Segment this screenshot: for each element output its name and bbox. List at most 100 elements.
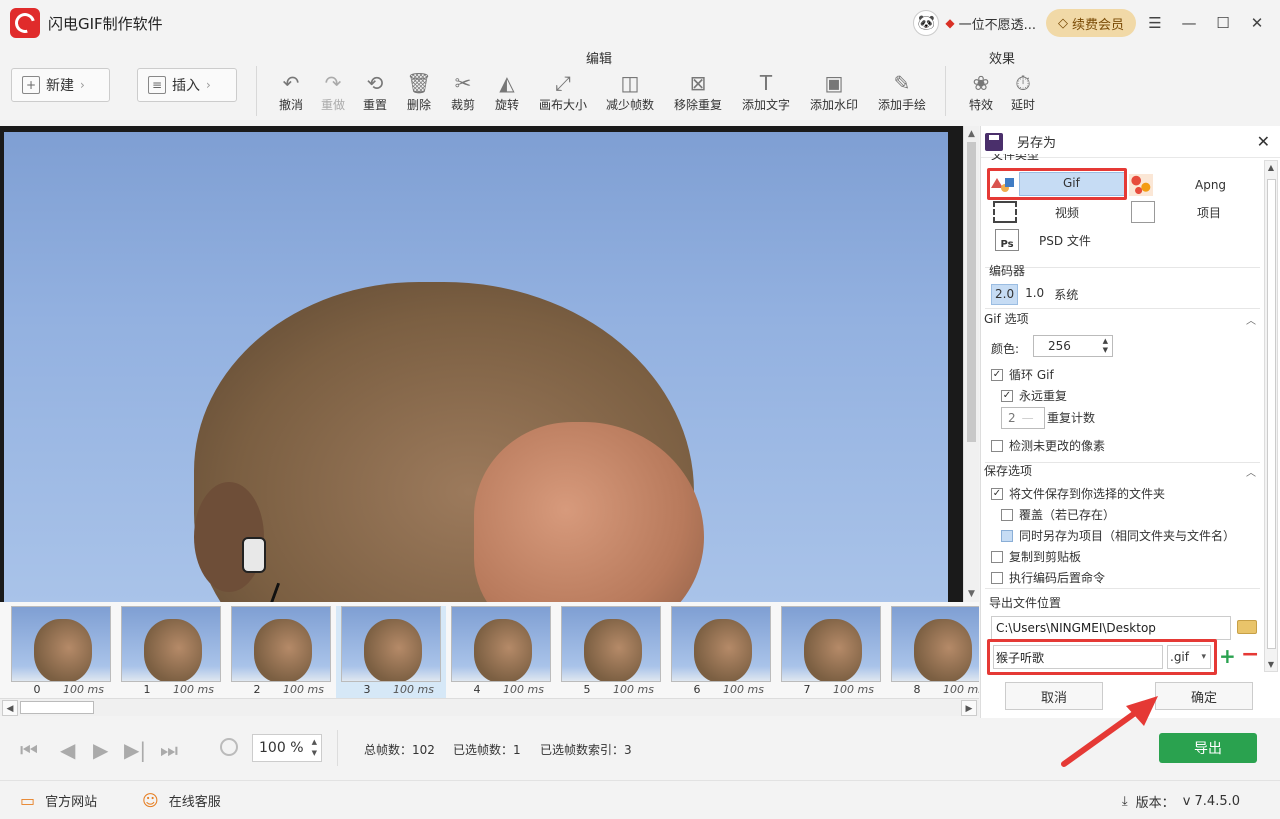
save-as-project-checkbox[interactable]: 同时另存为项目（相同文件夹与文件名） bbox=[1001, 527, 1235, 544]
filmstrip-horizontal-scrollbar[interactable]: ◀ ▶ bbox=[0, 698, 979, 716]
rotate-button[interactable]: ◭ 旋转 bbox=[477, 70, 537, 113]
effects-icon: ❀ bbox=[972, 71, 990, 95]
format-video-option[interactable]: 视频 bbox=[993, 201, 1079, 223]
collapse-icon[interactable]: ︿ bbox=[1246, 464, 1256, 479]
minimize-button[interactable]: — bbox=[1174, 14, 1204, 32]
video-format-icon bbox=[993, 201, 1017, 223]
insert-icon: ≡ bbox=[148, 76, 166, 94]
official-website-link[interactable]: ▭ 官方网站 bbox=[20, 791, 97, 810]
next-frame-icon[interactable]: ▶| bbox=[124, 738, 146, 762]
insert-button[interactable]: ≡ 插入 › bbox=[137, 68, 237, 102]
scroll-down-icon[interactable]: ▼ bbox=[1265, 660, 1277, 669]
add-watermark-button[interactable]: ▣ 添加水印 bbox=[804, 70, 864, 113]
previous-frame-icon[interactable]: ◀ bbox=[60, 738, 75, 762]
remove-duplicates-button[interactable]: ⊠ 移除重复 bbox=[668, 70, 728, 113]
loop-gif-checkbox[interactable]: ✓ 循环 Gif bbox=[991, 366, 1054, 383]
encoder-option-1[interactable]: 1.0 bbox=[1022, 284, 1047, 305]
user-name[interactable]: ◆ 一位不愿透... bbox=[945, 14, 1036, 33]
add-icon[interactable]: + bbox=[1219, 644, 1236, 668]
maximize-button[interactable]: ☐ bbox=[1208, 14, 1238, 32]
delay-button[interactable]: ⏱ 延时 bbox=[993, 70, 1053, 113]
frame-thumbnail[interactable]: 3 100 ms bbox=[336, 606, 446, 698]
avatar[interactable]: 🐼 bbox=[913, 10, 940, 36]
first-frame-icon[interactable]: ⏮ bbox=[20, 738, 38, 762]
frame-delay: 100 ms bbox=[283, 683, 324, 696]
online-support-link[interactable]: ☺ 在线客服 bbox=[142, 791, 221, 810]
reduce-frames-button[interactable]: ◫ 减少帧数 bbox=[600, 70, 660, 113]
forever-repeat-checkbox[interactable]: ✓ 永远重复 bbox=[1001, 387, 1067, 404]
preview-canvas[interactable] bbox=[0, 126, 963, 602]
renew-vip-button[interactable]: ◇ 续费会员 bbox=[1045, 9, 1136, 37]
canvas-vertical-scrollbar[interactable]: ▲ ▼ bbox=[963, 126, 979, 602]
scroll-left-icon[interactable]: ◀ bbox=[2, 700, 18, 716]
frame-thumbnail[interactable]: 5 100 ms bbox=[556, 606, 666, 698]
scroll-up-icon[interactable]: ▲ bbox=[1265, 163, 1277, 172]
remove-icon[interactable]: − bbox=[1241, 642, 1259, 667]
frame-thumbnail-image bbox=[781, 606, 881, 682]
apng-format-icon bbox=[1129, 174, 1153, 196]
new-button[interactable]: + 新建 › bbox=[11, 68, 110, 102]
export-path-field[interactable]: C:\Users\NINGMEI\Desktop bbox=[991, 616, 1231, 640]
overwrite-checkbox[interactable]: 覆盖（若已存在） bbox=[1001, 506, 1115, 523]
frame-thumbnail[interactable]: 1 100 ms bbox=[116, 606, 226, 698]
diamond-icon: ◇ bbox=[1057, 15, 1068, 31]
frame-thumbnail-image bbox=[231, 606, 331, 682]
add-drawing-button[interactable]: ✎ 添加手绘 bbox=[872, 70, 932, 113]
canvas-size-button[interactable]: ⤢ 画布大小 bbox=[533, 70, 593, 113]
color-count-stepper[interactable]: 256 ▲ ▼ bbox=[1033, 335, 1113, 357]
watermark-icon: ▣ bbox=[824, 71, 844, 95]
frame-index: 7 bbox=[803, 683, 811, 696]
play-icon[interactable]: ▶ bbox=[93, 738, 108, 762]
copy-clipboard-checkbox[interactable]: 复制到剪贴板 bbox=[991, 548, 1081, 565]
frame-index: 5 bbox=[583, 683, 591, 696]
frame-thumbnail[interactable]: 2 100 ms bbox=[226, 606, 336, 698]
format-apng-option[interactable]: Apng bbox=[1129, 174, 1226, 196]
frame-thumbnail[interactable]: 0 100 ms bbox=[6, 606, 116, 698]
repeat-count-input[interactable]: 2— bbox=[1001, 407, 1045, 429]
frame-thumbnail[interactable]: 8 100 ms bbox=[886, 606, 979, 698]
add-text-button[interactable]: T 添加文字 bbox=[736, 70, 796, 113]
frame-thumbnail-image bbox=[121, 606, 221, 682]
last-frame-icon[interactable]: ⏭ bbox=[160, 738, 178, 762]
menu-icon[interactable]: ☰ bbox=[1140, 14, 1170, 32]
scroll-down-icon[interactable]: ▼ bbox=[964, 586, 979, 602]
ok-button[interactable]: 确定 bbox=[1155, 682, 1253, 710]
encoder-option-2[interactable]: 2.0 bbox=[991, 284, 1019, 305]
run-post-command-checkbox[interactable]: 执行编码后置命令 bbox=[991, 569, 1105, 586]
stepper-arrows-icon[interactable]: ▲ ▼ bbox=[1103, 337, 1108, 355]
close-icon[interactable]: ✕ bbox=[1257, 132, 1270, 151]
app-logo-icon bbox=[10, 8, 40, 38]
edit-group-label: 编辑 bbox=[586, 52, 613, 67]
detect-unchanged-checkbox[interactable]: 检测未更改的像素 bbox=[991, 437, 1105, 454]
frame-thumbnail[interactable]: 4 100 ms bbox=[446, 606, 556, 698]
save-to-folder-checkbox[interactable]: ✓ 将文件保存到你选择的文件夹 bbox=[991, 485, 1165, 502]
folder-icon[interactable] bbox=[1237, 620, 1257, 634]
scroll-right-icon[interactable]: ▶ bbox=[961, 700, 977, 716]
zoom-input[interactable]: 100 % ▲ ▼ bbox=[252, 734, 322, 762]
rotate-icon: ◭ bbox=[499, 71, 515, 95]
format-project-option[interactable]: 项目 bbox=[1131, 201, 1221, 223]
footer: ▭ 官方网站 ☺ 在线客服 ⤓ 版本： v 7.4.5.0 bbox=[0, 780, 1280, 819]
redo-icon: ↷ bbox=[324, 71, 342, 95]
gif-options-label: Gif 选项 bbox=[984, 312, 1029, 326]
frame-thumbnail[interactable]: 7 100 ms bbox=[776, 606, 886, 698]
export-location-label: 导出文件位置 bbox=[989, 596, 1062, 610]
download-icon[interactable]: ⤓ bbox=[1122, 794, 1128, 809]
frame-thumbnail-image bbox=[11, 606, 111, 682]
frame-thumbnail[interactable]: 6 100 ms bbox=[666, 606, 776, 698]
close-button[interactable]: ✕ bbox=[1242, 14, 1272, 32]
frame-delay: 100 ms bbox=[943, 683, 979, 696]
export-button[interactable]: 导出 bbox=[1159, 733, 1257, 763]
chevron-right-icon: › bbox=[206, 78, 211, 92]
frames-icon: ◫ bbox=[620, 71, 640, 95]
scissors-icon: ✂ bbox=[454, 71, 472, 95]
frame-delay: 100 ms bbox=[833, 683, 874, 696]
encoder-label: 编码器 bbox=[989, 264, 1026, 278]
panel-scrollbar[interactable]: ▲ ▼ bbox=[1264, 160, 1278, 672]
encoder-option-system[interactable]: 系统 bbox=[1051, 284, 1081, 305]
collapse-icon[interactable]: ︿ bbox=[1246, 312, 1256, 327]
format-psd-option[interactable]: Ps PSD 文件 bbox=[995, 229, 1091, 251]
scroll-up-icon[interactable]: ▲ bbox=[964, 126, 979, 142]
zoom-stepper-icon[interactable]: ▲ ▼ bbox=[312, 737, 317, 759]
cancel-button[interactable]: 取消 bbox=[1005, 682, 1103, 710]
